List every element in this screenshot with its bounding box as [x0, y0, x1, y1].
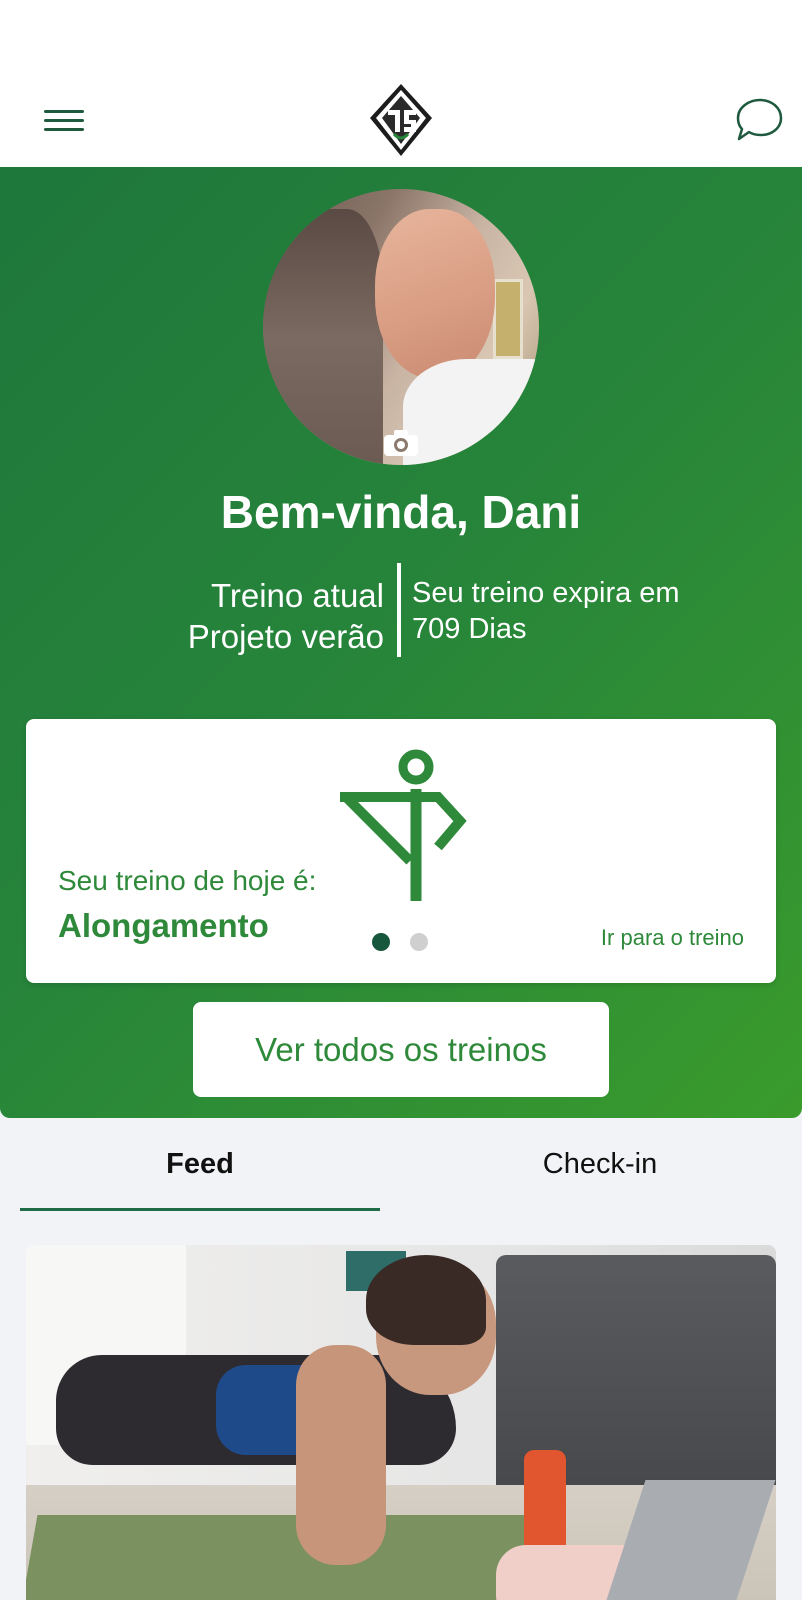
content-tabs: Feed Check-in: [0, 1118, 802, 1212]
welcome-heading: Bem-vinda, Dani: [220, 486, 582, 538]
tab-check-in[interactable]: Check-in: [420, 1148, 780, 1181]
today-workout-name: Alongamento: [58, 907, 269, 944]
view-all-workouts-button[interactable]: Ver todos os treinos: [193, 1002, 609, 1097]
status-bar-area: [0, 0, 802, 78]
camera-icon[interactable]: [383, 429, 419, 457]
pager-dot-2[interactable]: [410, 933, 428, 951]
current-training-label: Treino atual: [210, 577, 384, 614]
carousel-pager: [372, 933, 442, 953]
hamburger-menu-icon[interactable]: [40, 104, 84, 140]
top-app-bar: [0, 78, 802, 167]
stretching-figure-icon: [340, 749, 467, 901]
today-workout-label: Seu treino de hoje é:: [58, 865, 317, 896]
pager-dot-1[interactable]: [372, 933, 390, 951]
active-tab-indicator: [20, 1208, 380, 1211]
tab-feed[interactable]: Feed: [20, 1148, 380, 1181]
current-training-name: Projeto verão: [187, 618, 384, 655]
profile-avatar[interactable]: [263, 189, 539, 465]
feed-post-image[interactable]: [26, 1245, 776, 1600]
expiry-info: Seu treino expira em 709 Dias: [412, 575, 712, 647]
expiry-value: 709 Dias: [412, 613, 527, 645]
go-to-workout-link[interactable]: Ir para o treino: [601, 925, 744, 951]
current-training-info: Treino atual Projeto verão: [188, 575, 384, 657]
today-workout-card[interactable]: Seu treino de hoje é: Alongamento Ir par…: [26, 719, 776, 983]
chat-bubble-icon[interactable]: [734, 96, 784, 144]
info-divider: [397, 563, 401, 657]
brand-logo-icon: [370, 84, 432, 156]
profile-hero: Bem-vinda, Dani Treino atual Projeto ver…: [0, 167, 802, 1118]
expiry-label: Seu treino expira em: [412, 577, 680, 609]
